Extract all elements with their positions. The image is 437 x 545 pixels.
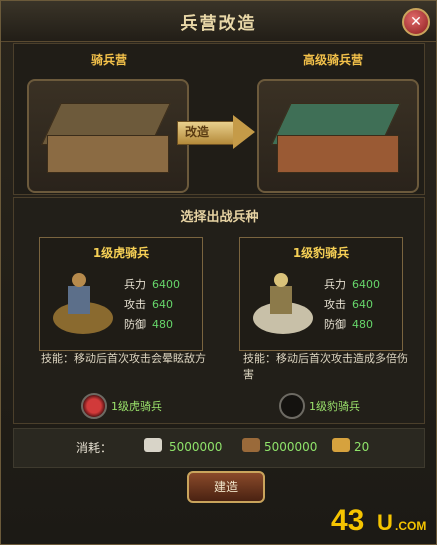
title-bar: 兵营改造 ✕ (1, 1, 436, 42)
cost-wood: 5000000 (264, 440, 318, 454)
wood-icon (242, 438, 260, 452)
target-building-label: 高级骑兵营 (303, 53, 364, 67)
advanced-cavalry-camp-image (257, 79, 419, 193)
cavalry-camp-image (27, 79, 189, 193)
silver-icon (144, 438, 162, 452)
stat-attack: 攻击 640 (124, 298, 173, 311)
arrow-label: 改造 (185, 125, 210, 139)
svg-text:43: 43 (331, 504, 364, 537)
leopard-cavalry-icon (253, 273, 313, 334)
stat-troops: 兵力 6400 (124, 278, 180, 291)
svg-text:.COM: .COM (395, 519, 426, 533)
order-icon (332, 438, 350, 452)
stat-defense: 防御 480 (124, 318, 173, 331)
tiger-cavalry-icon (53, 273, 113, 334)
close-icon[interactable]: ✕ (402, 8, 430, 36)
stat-attack: 攻击 640 (324, 298, 373, 311)
dialog-title: 兵营改造 (180, 14, 257, 34)
section-title: 选择出战兵种 (180, 210, 259, 225)
watermark-logo: 43 U .COM (331, 504, 426, 537)
unit-card-leopard[interactable]: 1级豹骑兵 兵力 6400 攻击 640 防御 480 (239, 237, 403, 351)
svg-text:U: U (377, 510, 393, 535)
cost-label: 消耗： (76, 441, 113, 455)
stat-defense: 防御 480 (324, 318, 373, 331)
cost-order: 20 (354, 440, 370, 454)
unit-card-tiger[interactable]: 1级虎骑兵 兵力 6400 攻击 640 防御 480 (39, 237, 203, 351)
cost-bar: 消耗： 5000000 5000000 20 (13, 428, 425, 468)
current-building-label: 骑兵营 (91, 53, 128, 67)
unit-name: 1级虎骑兵 (92, 246, 150, 260)
unit-name: 1级豹骑兵 (292, 246, 350, 260)
unit-radio-label[interactable]: 1级虎骑兵 (111, 398, 162, 414)
barracks-dialog: 兵营改造 ✕ 骑兵营 高级骑兵营 改造 选择出战兵种 1级虎骑兵 兵力 6400 … (0, 0, 437, 545)
unit-radio-tiger[interactable] (81, 393, 107, 419)
stat-troops: 兵力 6400 (324, 278, 380, 291)
unit-skill-text: 技能：移动后首次攻击会晕眩敌方 (41, 352, 206, 365)
unit-skill-text: 技能：移动后首次攻击造成多倍伤害 (243, 352, 408, 381)
unit-radio-label[interactable]: 1级豹骑兵 (309, 398, 360, 414)
unit-radio-leopard[interactable] (279, 393, 305, 419)
build-button[interactable]: 建造 (187, 471, 265, 503)
upgrade-arrow: 改造 (177, 115, 257, 149)
cost-silver: 5000000 (169, 440, 223, 454)
